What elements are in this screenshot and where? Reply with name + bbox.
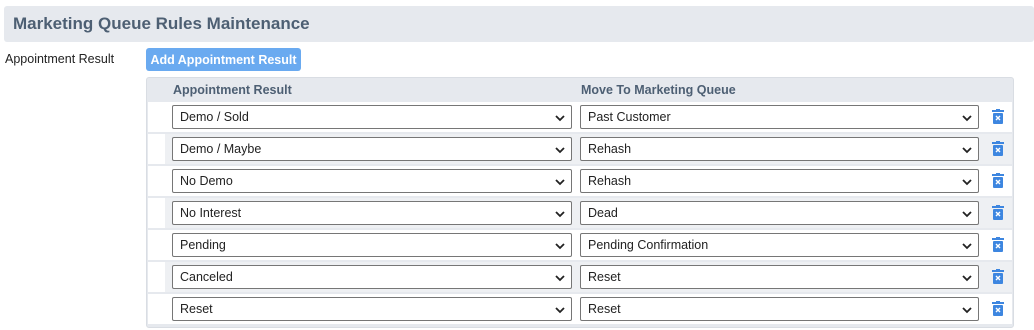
appointment-result-value: No Demo — [180, 174, 233, 188]
marketing-queue-value: Reset — [588, 270, 621, 284]
marketing-queue-value: Pending Confirmation — [588, 238, 709, 252]
table-row: Pending Pending Confirmation — [148, 230, 1012, 260]
marketing-queue-value: Dead — [588, 206, 618, 220]
table-row: No Demo Rehash — [148, 166, 1012, 196]
trash-icon[interactable] — [992, 205, 1004, 220]
appointment-result-label: Appointment Result — [5, 52, 115, 66]
chevron-down-icon — [962, 307, 972, 314]
page-header: Marketing Queue Rules Maintenance — [4, 6, 1034, 42]
column-header-appointment-result: Appointment Result — [173, 83, 292, 97]
trash-icon[interactable] — [992, 141, 1004, 156]
marketing-queue-select[interactable]: Reset — [580, 297, 979, 321]
table-row: Reset Reset — [148, 294, 1012, 324]
add-appointment-result-button[interactable]: Add Appointment Result — [146, 48, 301, 71]
chevron-down-icon — [962, 211, 972, 218]
column-header-marketing-queue: Move To Marketing Queue — [581, 83, 736, 97]
table-row: No Interest Dead — [148, 198, 1012, 228]
trash-icon[interactable] — [992, 269, 1004, 284]
appointment-result-select[interactable]: Demo / Maybe — [172, 137, 572, 161]
chevron-down-icon — [555, 179, 565, 186]
chevron-down-icon — [555, 243, 565, 250]
marketing-queue-select[interactable]: Reset — [580, 265, 979, 289]
appointment-result-value: Demo / Sold — [180, 110, 249, 124]
table-row: Demo / Sold Past Customer — [148, 102, 1012, 132]
appointment-result-select[interactable]: Reset — [172, 297, 572, 321]
appointment-result-select[interactable]: Demo / Sold — [172, 105, 572, 129]
marketing-queue-value: Reset — [588, 302, 621, 316]
table-row: Demo / Maybe Rehash — [148, 134, 1012, 164]
marketing-queue-select[interactable]: Rehash — [580, 169, 979, 193]
marketing-queue-select[interactable]: Rehash — [580, 137, 979, 161]
marketing-queue-select[interactable]: Past Customer — [580, 105, 979, 129]
chevron-down-icon — [962, 115, 972, 122]
appointment-result-value: Demo / Maybe — [180, 142, 262, 156]
appointment-result-select[interactable]: No Interest — [172, 201, 572, 225]
trash-icon[interactable] — [992, 173, 1004, 188]
marketing-queue-value: Past Customer — [588, 110, 671, 124]
appointment-result-value: Canceled — [180, 270, 233, 284]
chevron-down-icon — [555, 147, 565, 154]
trash-icon[interactable] — [992, 237, 1004, 252]
chevron-down-icon — [555, 211, 565, 218]
appointment-result-value: Pending — [180, 238, 226, 252]
appointment-result-select[interactable]: Pending — [172, 233, 572, 257]
table-row: Canceled Reset — [148, 262, 1012, 292]
page-title: Marketing Queue Rules Maintenance — [13, 14, 310, 33]
chevron-down-icon — [555, 275, 565, 282]
marketing-queue-select[interactable]: Dead — [580, 201, 979, 225]
chevron-down-icon — [555, 307, 565, 314]
marketing-queue-value: Rehash — [588, 142, 632, 156]
trash-icon[interactable] — [992, 109, 1004, 124]
chevron-down-icon — [962, 243, 972, 250]
appointment-result-value: Reset — [180, 302, 213, 316]
appointment-result-value: No Interest — [180, 206, 242, 220]
marketing-queue-select[interactable]: Pending Confirmation — [580, 233, 979, 257]
appointment-result-select[interactable]: No Demo — [172, 169, 572, 193]
chevron-down-icon — [962, 147, 972, 154]
chevron-down-icon — [962, 179, 972, 186]
chevron-down-icon — [555, 115, 565, 122]
chevron-down-icon — [962, 275, 972, 282]
marketing-queue-value: Rehash — [588, 174, 632, 188]
appointment-result-select[interactable]: Canceled — [172, 265, 572, 289]
trash-icon[interactable] — [992, 301, 1004, 316]
